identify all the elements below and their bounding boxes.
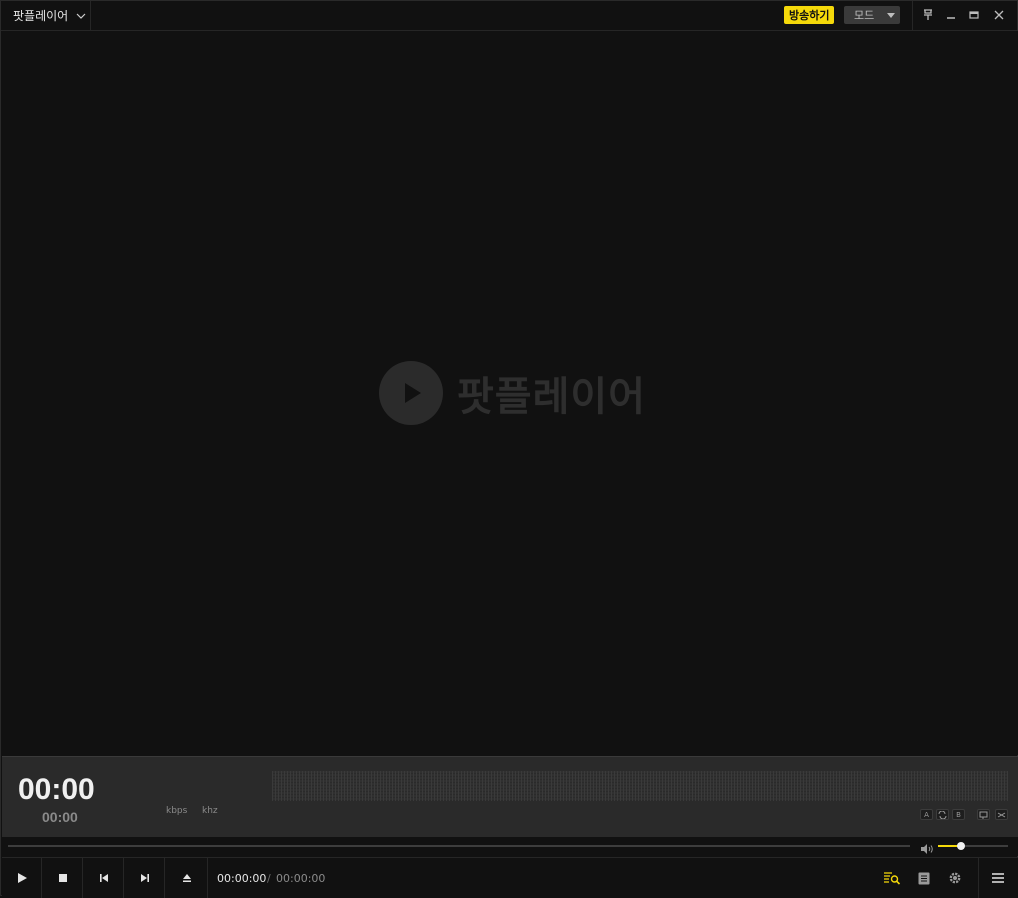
shuffle-button[interactable]	[995, 809, 1008, 820]
ab-repeat-a-button[interactable]: A	[920, 809, 933, 820]
current-time: 00:00:00	[217, 872, 267, 885]
broadcast-button[interactable]: 방송하기	[784, 6, 835, 24]
play-logo-icon	[379, 361, 443, 425]
video-area[interactable]: 팟플레이어	[2, 31, 1018, 755]
main-menu-button[interactable]	[988, 869, 1008, 887]
play-icon	[17, 873, 27, 883]
volume-knob[interactable]	[957, 842, 965, 850]
maximize-button[interactable]	[966, 7, 982, 23]
playlist-search-icon	[884, 872, 901, 885]
chevron-down-icon	[76, 13, 86, 19]
volume-button[interactable]	[920, 840, 934, 854]
playlist-search-button[interactable]	[882, 869, 902, 887]
titlebar-divider	[912, 1, 913, 30]
play-button[interactable]	[2, 858, 42, 898]
eject-icon	[182, 874, 191, 882]
total-time: 00:00:00	[276, 872, 326, 885]
ab-repeat-b-button[interactable]: B	[952, 809, 965, 820]
speaker-icon	[921, 844, 933, 854]
gear-icon	[949, 872, 961, 884]
elapsed-time-small[interactable]: 00:00	[42, 809, 78, 825]
close-icon	[994, 10, 1004, 20]
elapsed-time-large[interactable]: 00:00	[18, 773, 95, 807]
settings-button[interactable]	[945, 869, 965, 887]
minimize-icon	[947, 17, 955, 19]
shuffle-icon	[997, 812, 1006, 817]
hamburger-menu-icon	[992, 873, 1004, 883]
ab-repeat-button[interactable]	[936, 809, 949, 820]
previous-button[interactable]	[84, 858, 124, 898]
player-logo: 팟플레이어	[379, 361, 646, 425]
seek-bar[interactable]	[8, 845, 910, 847]
spectrum-visualizer[interactable]	[272, 771, 1008, 801]
bitrate-label: kbps	[166, 806, 188, 816]
minimize-button[interactable]	[943, 7, 959, 23]
mode-dropdown[interactable]: 모드	[844, 6, 900, 24]
next-button[interactable]	[125, 858, 165, 898]
stop-button[interactable]	[43, 858, 83, 898]
pin-button[interactable]	[920, 7, 936, 23]
volume-slider[interactable]	[938, 842, 1008, 850]
samplerate-label: khz	[202, 806, 218, 816]
dropdown-arrow-icon	[887, 13, 895, 18]
close-button[interactable]	[991, 7, 1007, 23]
repeat-icon	[938, 810, 947, 819]
info-panel: 00:00 00:00 kbps khz A B	[2, 756, 1018, 838]
title-bar: 팟플레이어 방송하기 모드	[1, 1, 1017, 31]
logo-text: 팟플레이어	[457, 374, 646, 420]
repeat-mode-button[interactable]	[977, 809, 990, 820]
app-name: 팟플레이어	[13, 9, 69, 23]
app-menu-button[interactable]: 팟플레이어	[1, 1, 91, 30]
pin-icon	[924, 9, 932, 20]
list-icon	[918, 872, 930, 884]
control-bar: 00:00:00 / 00:00:00	[2, 857, 1018, 898]
seek-row	[2, 837, 1018, 856]
playlist-button[interactable]	[914, 869, 934, 887]
stop-icon	[58, 874, 67, 882]
skip-next-icon	[140, 874, 149, 882]
skip-previous-icon	[99, 874, 108, 882]
potplayer-window: 팟플레이어 방송하기 모드 팟플레이어 00:00 00:00 kbps khz…	[0, 0, 1018, 898]
repeat-one-icon	[979, 811, 988, 819]
time-separator: /	[267, 872, 271, 885]
maximize-icon	[969, 11, 979, 19]
control-divider	[978, 858, 979, 898]
open-file-button[interactable]	[166, 858, 208, 898]
mode-label: 모드	[854, 9, 875, 22]
